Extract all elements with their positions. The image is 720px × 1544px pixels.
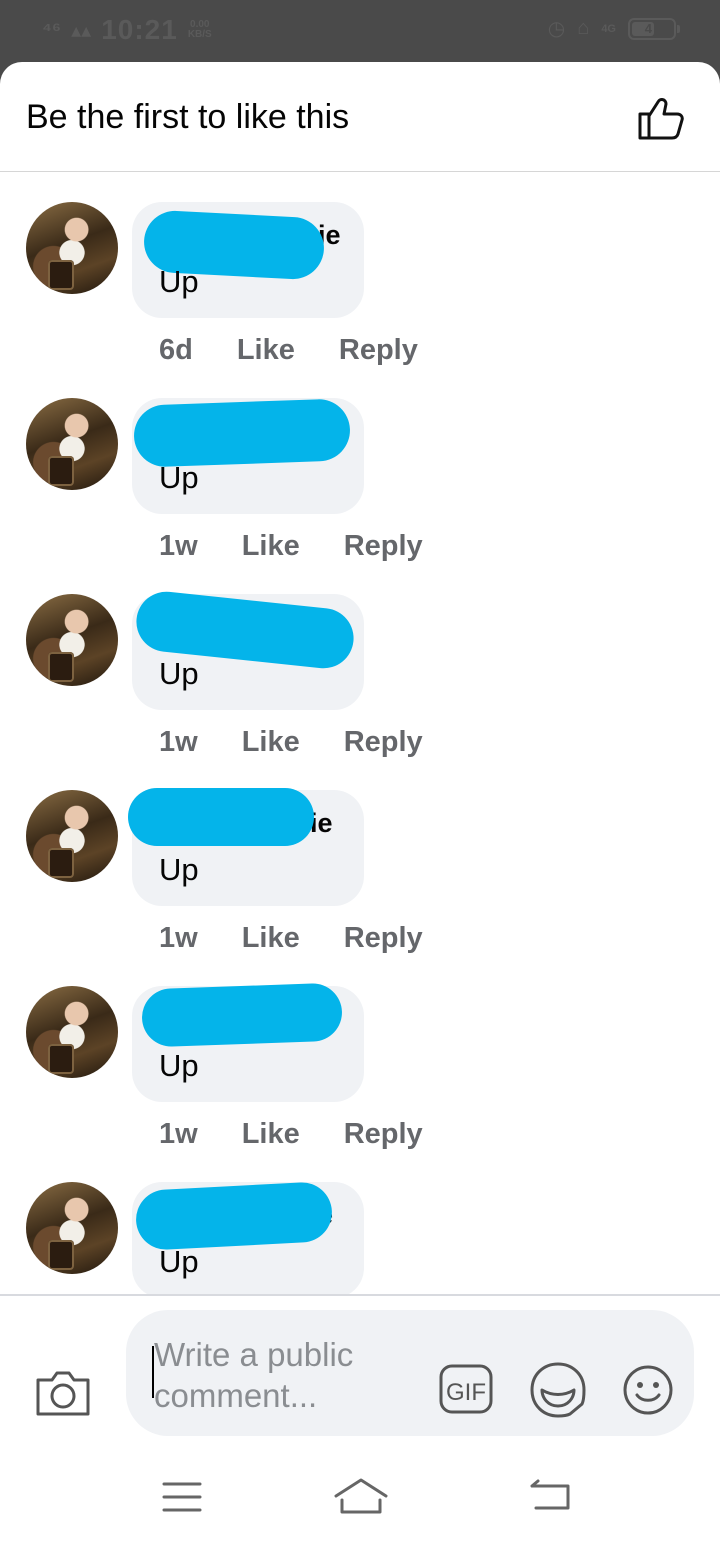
reply-button[interactable]: Reply	[344, 922, 423, 955]
comment-text: Up	[159, 460, 199, 495]
comment-time[interactable]: 1w	[159, 726, 198, 759]
net-speed: 0.00 KB/S	[187, 19, 212, 40]
comment-input[interactable]: Write a public comment... GIF	[126, 1310, 694, 1436]
network-type: 4G	[601, 22, 616, 35]
avatar[interactable]	[26, 986, 118, 1078]
menu-icon[interactable]	[162, 1480, 202, 1514]
comment-list: ie Up 6d Like Reply Up 1w Like Reply Up …	[0, 172, 720, 1294]
comment-bubble[interactable]: Up	[132, 588, 364, 710]
mute-icon: ⌂	[577, 17, 590, 39]
gif-label: GIF	[446, 1379, 486, 1406]
comment-item: Up 1w Like Reply	[0, 956, 720, 1152]
avatar[interactable]	[26, 202, 118, 294]
reply-button[interactable]: Reply	[344, 530, 423, 563]
alarm-icon: ◷	[547, 18, 566, 40]
reply-button[interactable]: Reply	[339, 334, 418, 367]
comment-text: Up	[159, 1048, 199, 1083]
avatar[interactable]	[26, 398, 118, 490]
comment-time[interactable]: 6d	[159, 334, 193, 367]
signal-icon: ⁴⁶	[42, 18, 62, 41]
comment-item: e Up	[0, 1152, 720, 1294]
redaction-mark	[134, 1180, 334, 1252]
reactions-summary[interactable]: Be the first to like this	[26, 98, 349, 137]
gif-icon[interactable]: GIF	[438, 1363, 494, 1415]
comment-actions: 1w Like Reply	[159, 922, 423, 955]
system-nav-bar	[0, 1444, 720, 1544]
comment-text: Up	[159, 852, 199, 887]
reply-button[interactable]: Reply	[344, 1118, 423, 1151]
comment-bubble[interactable]: e Up	[132, 1180, 364, 1294]
sticker-icon[interactable]	[528, 1358, 588, 1418]
comment-actions: 1w Like Reply	[159, 1118, 423, 1151]
comment-time[interactable]: 1w	[159, 1118, 198, 1151]
like-button[interactable]: Like	[237, 334, 295, 367]
reply-button[interactable]: Reply	[344, 726, 423, 759]
battery-icon: 4	[628, 17, 680, 40]
comment-actions: 6d Like Reply	[159, 334, 418, 367]
comment-bubble[interactable]: ie Up	[132, 202, 364, 318]
thumbs-up-icon[interactable]	[636, 92, 686, 142]
emoji-icon[interactable]	[622, 1364, 674, 1416]
redaction-mark	[128, 788, 314, 846]
comment-time[interactable]: 1w	[159, 530, 198, 563]
comments-sheet: Be the first to like this ie Up 6d Like …	[0, 62, 720, 1544]
like-button[interactable]: Like	[242, 1118, 300, 1151]
comment-bubble[interactable]: Up	[132, 982, 364, 1102]
status-time: 10:21	[101, 14, 178, 45]
status-bar: ⁴⁶ ▴▴ 10:21 0.00 KB/S ◷ ⌂ 4G 4	[0, 0, 720, 64]
avatar[interactable]	[26, 1182, 118, 1274]
comment-bubble[interactable]: ie Up	[128, 788, 364, 906]
comment-text: Up	[159, 656, 199, 691]
like-button[interactable]: Like	[242, 922, 300, 955]
redaction-mark	[132, 398, 352, 468]
comment-actions: 1w Like Reply	[159, 726, 423, 759]
comment-composer: Write a public comment... GIF	[0, 1294, 720, 1444]
reactions-header: Be the first to like this	[0, 62, 720, 172]
comment-placeholder[interactable]: Write a public comment...	[154, 1334, 394, 1416]
comment-actions: 1w Like Reply	[159, 530, 423, 563]
like-button[interactable]: Like	[242, 530, 300, 563]
comment-item: Up 1w Like Reply	[0, 564, 720, 760]
comment-text: Up	[159, 264, 199, 299]
camera-icon[interactable]	[34, 1368, 92, 1418]
avatar[interactable]	[26, 594, 118, 686]
home-icon[interactable]	[332, 1476, 390, 1516]
comment-item: ie Up 6d Like Reply	[0, 172, 720, 368]
comment-item: ie Up 1w Like Reply	[0, 760, 720, 956]
comment-bubble[interactable]: Up	[132, 398, 364, 514]
like-button[interactable]: Like	[242, 726, 300, 759]
signal-strength-icon: ▴▴	[71, 19, 92, 42]
back-icon[interactable]	[528, 1478, 572, 1512]
battery-level: 4	[632, 21, 654, 36]
comment-item: Up 1w Like Reply	[0, 368, 720, 564]
avatar[interactable]	[26, 790, 118, 882]
redaction-mark	[141, 982, 343, 1048]
comment-text: Up	[159, 1244, 199, 1279]
comment-time[interactable]: 1w	[159, 922, 198, 955]
